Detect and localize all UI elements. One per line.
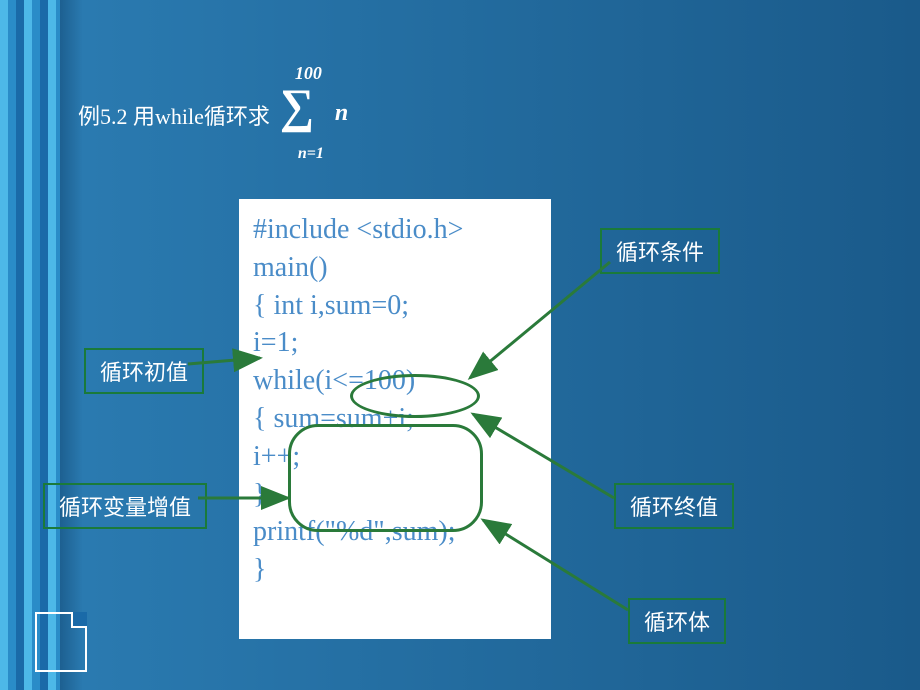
label-initial: 循环初值 [84, 348, 204, 394]
left-stripes [0, 0, 60, 690]
label-final: 循环终值 [614, 483, 734, 529]
sum-variable: n [335, 100, 348, 127]
label-condition: 循环条件 [600, 228, 720, 274]
summation-formula: 100 ∑ n=1 n [280, 75, 380, 155]
sum-lower-limit: n=1 [298, 145, 324, 163]
code-line: i=1; [253, 324, 537, 362]
title-text: 例5.2 用while循环求 [78, 99, 270, 131]
code-line: } [253, 551, 537, 589]
label-body: 循环体 [628, 598, 726, 644]
label-increment: 循环变量增值 [43, 483, 207, 529]
document-icon [35, 612, 87, 672]
code-line: main() [253, 249, 537, 287]
code-line: { int i,sum=0; [253, 287, 537, 325]
sigma-symbol: ∑ [280, 83, 314, 131]
code-block: #include <stdio.h> main() { int i,sum=0;… [239, 199, 551, 639]
slide-title: 例5.2 用while循环求 100 ∑ n=1 n [78, 75, 380, 155]
body-rounded-rect [288, 424, 483, 532]
condition-ellipse [350, 374, 480, 418]
code-line: #include <stdio.h> [253, 211, 537, 249]
